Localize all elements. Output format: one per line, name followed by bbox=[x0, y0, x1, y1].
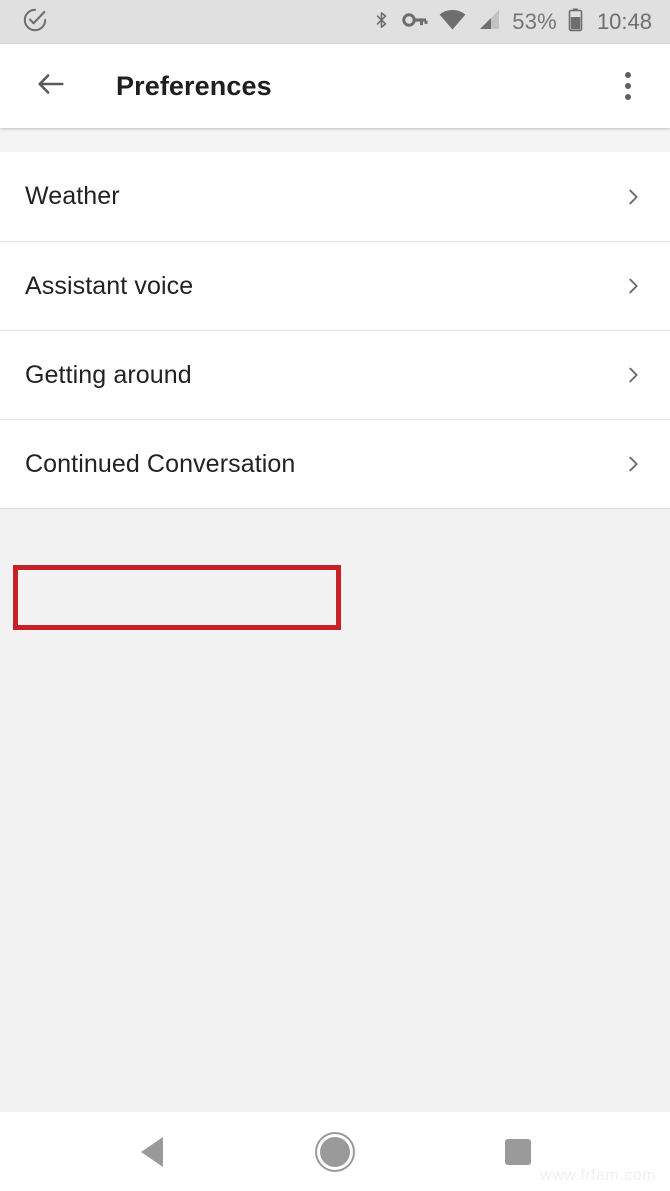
status-bar-notifications bbox=[22, 7, 372, 38]
vpn-key-icon bbox=[402, 9, 428, 36]
chevron-right-icon bbox=[622, 275, 644, 297]
cellular-signal-icon bbox=[477, 9, 501, 36]
bluetooth-icon bbox=[372, 8, 391, 37]
list-item-getting-around[interactable]: Getting around bbox=[0, 330, 670, 419]
nav-home-button[interactable] bbox=[295, 1122, 375, 1182]
list-item-label: Weather bbox=[25, 182, 120, 210]
list-top-gap bbox=[0, 128, 670, 152]
arrow-back-icon bbox=[34, 67, 68, 106]
highlight-annotation-box bbox=[13, 565, 341, 630]
list-item-assistant-voice[interactable]: Assistant voice bbox=[0, 241, 670, 330]
watermark-text: www.frfam.com bbox=[540, 1167, 656, 1184]
chevron-right-icon bbox=[622, 186, 644, 208]
list-item-label: Getting around bbox=[25, 360, 192, 389]
list-item-weather[interactable]: Weather bbox=[0, 152, 670, 241]
battery-percent-label: 53% bbox=[512, 9, 557, 34]
check-circle-icon bbox=[22, 7, 48, 38]
more-vert-icon-dot-2 bbox=[625, 83, 631, 89]
nav-recent-apps-icon bbox=[505, 1138, 532, 1165]
nav-back-button[interactable] bbox=[112, 1122, 192, 1182]
chevron-right-icon bbox=[622, 364, 644, 386]
list-item-continued-conversation[interactable]: Continued Conversation bbox=[0, 419, 670, 508]
status-bar: 53% 10:48 bbox=[0, 0, 670, 44]
app-bar: Preferences bbox=[0, 44, 670, 128]
clock-label: 10:48 bbox=[596, 9, 652, 34]
phone-screen: 53% 10:48 Preferences Weather Assistant … bbox=[0, 0, 670, 1191]
settings-content: Weather Assistant voice Getting around C… bbox=[0, 128, 670, 1112]
status-bar-indicators: 53% 10:48 bbox=[372, 8, 652, 37]
battery-icon bbox=[568, 8, 583, 37]
list-item-label: Assistant voice bbox=[25, 271, 194, 300]
system-navigation-bar: www.frfam.com bbox=[0, 1112, 670, 1191]
list-item-label: Continued Conversation bbox=[25, 449, 296, 478]
wifi-icon bbox=[439, 9, 466, 36]
more-vert-icon-dot-1 bbox=[625, 72, 631, 78]
chevron-right-icon bbox=[622, 453, 644, 475]
nav-home-icon bbox=[319, 1136, 350, 1167]
page-title: Preferences bbox=[116, 70, 272, 101]
nav-back-icon bbox=[140, 1136, 163, 1167]
preferences-list: Weather Assistant voice Getting around C… bbox=[0, 152, 670, 509]
more-vert-icon-dot-3 bbox=[625, 94, 631, 100]
overflow-menu-button[interactable] bbox=[608, 62, 648, 110]
back-button[interactable] bbox=[30, 65, 72, 107]
